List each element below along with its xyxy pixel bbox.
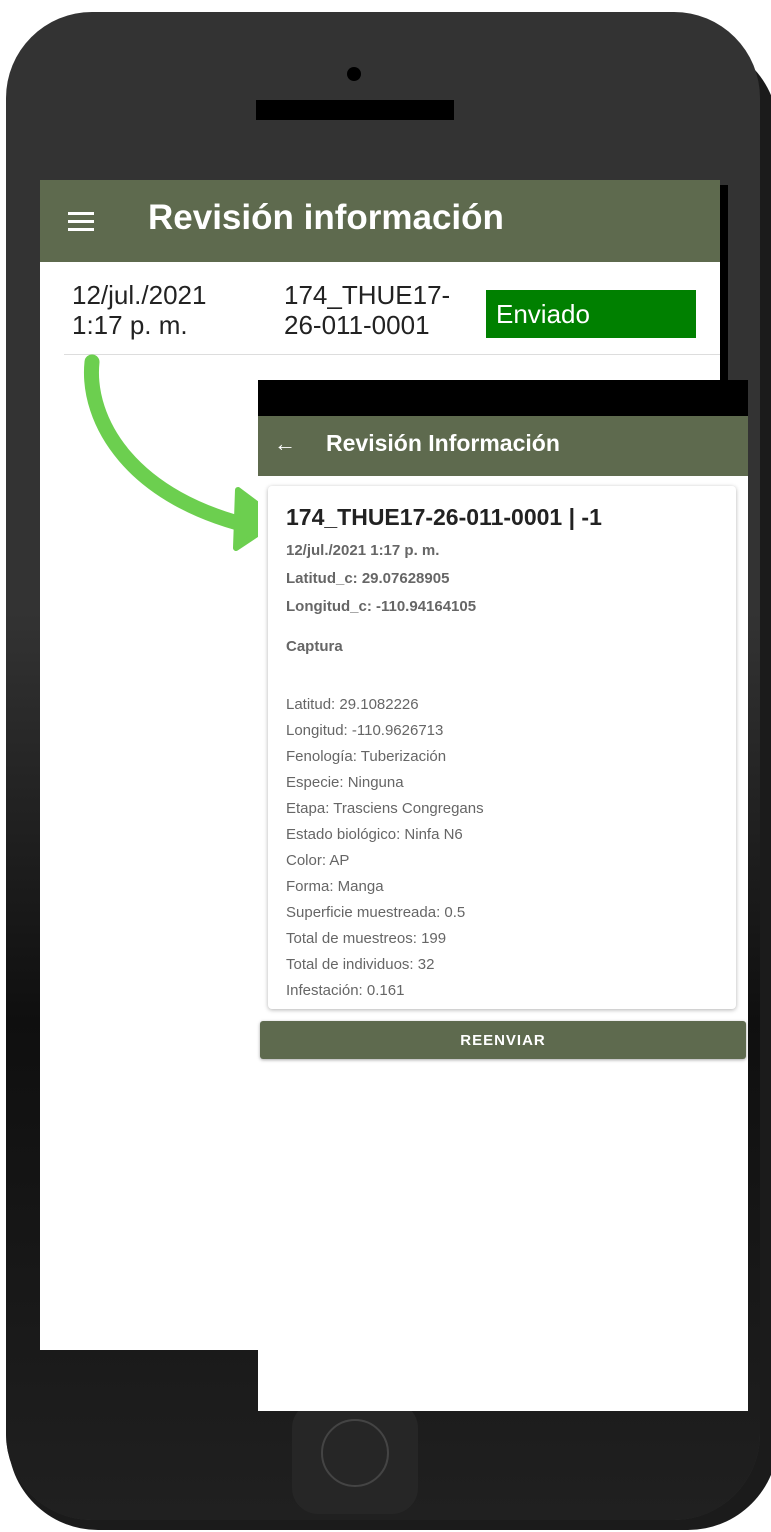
detail-item: Superficie muestreada: 0.5 bbox=[286, 904, 466, 921]
status-bar bbox=[258, 380, 748, 416]
detail-item: Total de individuos: 32 bbox=[286, 956, 435, 973]
detail-item: Especie: Ninguna bbox=[286, 774, 404, 791]
resend-button[interactable]: REENVIAR bbox=[260, 1021, 746, 1059]
latitude-c: Latitud_c: 29.07628905 bbox=[286, 570, 450, 587]
screen-title: Revisión Información bbox=[326, 430, 560, 456]
record-card: 174_THUE17-26-011-0001 | -1 12/jul./2021… bbox=[268, 486, 736, 1009]
record-heading: 174_THUE17-26-011-0001 | -1 bbox=[286, 504, 602, 530]
detail-item: Color: AP bbox=[286, 852, 350, 869]
detail-item: Forma: Manga bbox=[286, 878, 384, 895]
detail-list: Latitud: 29.1082226 Longitud: -110.96267… bbox=[286, 692, 484, 1004]
detail-item: Fenología: Tuberización bbox=[286, 748, 447, 765]
detail-item: Longitud: -110.9626713 bbox=[286, 722, 444, 739]
detail-item: Total de muestreos: 199 bbox=[286, 930, 447, 947]
front-screen: ← Revisión Información 174_THUE17-26-011… bbox=[258, 380, 748, 1411]
detail-item: Estado biológico: Ninfa N6 bbox=[286, 826, 463, 843]
detail-item: Infestación: 0.161 bbox=[286, 982, 405, 999]
record-timestamp: 12/jul./2021 1:17 p. m. bbox=[286, 542, 440, 559]
detail-item: Etapa: Trasciens Congregans bbox=[286, 800, 484, 817]
back-arrow-icon[interactable]: ← bbox=[274, 432, 296, 456]
section-label: Captura bbox=[286, 638, 343, 655]
longitude-c: Longitud_c: -110.94164105 bbox=[286, 598, 477, 615]
app-bar: ← Revisión Información bbox=[258, 416, 748, 476]
detail-item: Latitud: 29.1082226 bbox=[286, 696, 419, 713]
